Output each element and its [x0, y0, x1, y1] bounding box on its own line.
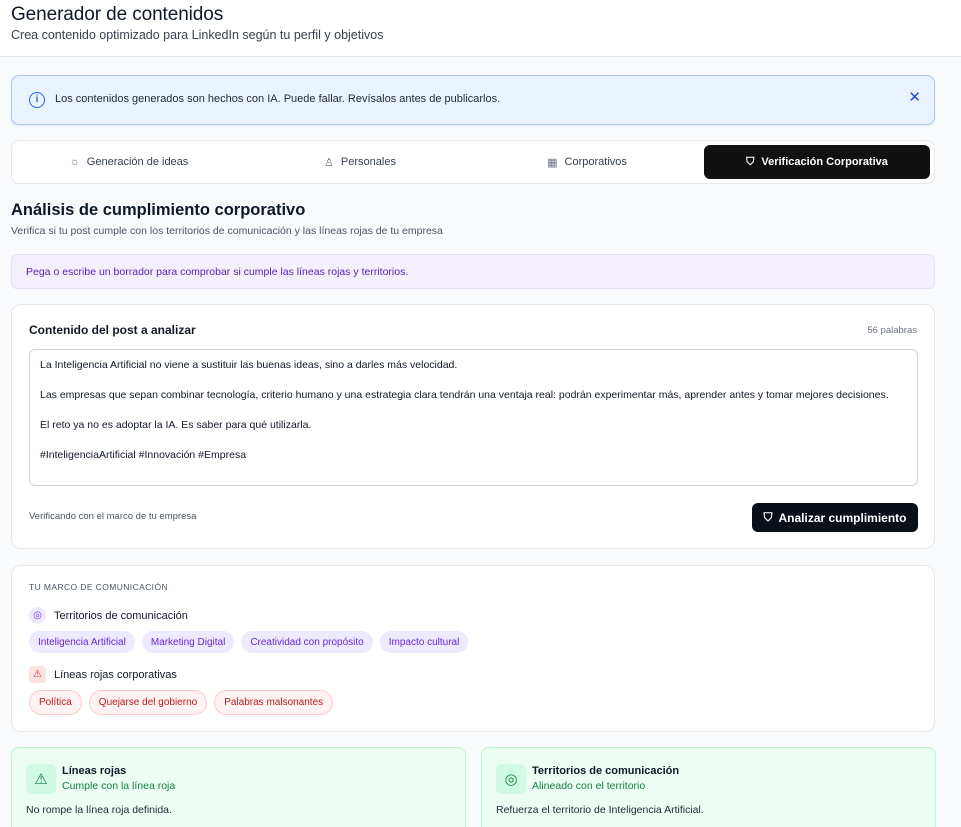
tab-generacion-ideas[interactable]: ☼ Generación de ideas [16, 145, 242, 179]
communication-framework-card: TU MARCO DE COMUNICACIÓN ◎ Territorios d… [11, 565, 935, 732]
hint-banner: Pega o escribe un borrador para comproba… [11, 254, 935, 289]
target-icon: ◎ [29, 607, 46, 624]
section-subtitle: Verifica si tu post cumple con los terri… [11, 225, 443, 237]
target-icon: ◎ [496, 764, 526, 794]
territories-chips: Inteligencia Artificial Marketing Digita… [29, 631, 469, 653]
post-line: El reto ya no es adoptar la IA. Es saber… [40, 419, 312, 431]
alert-text: Los contenidos generados son hechos con … [55, 93, 501, 105]
redlines-label: Líneas rojas corporativas [54, 668, 177, 681]
territory-chip: Inteligencia Artificial [29, 631, 135, 653]
tab-label: Corporativos [564, 156, 627, 168]
tab-personales[interactable]: ♙ Personales [247, 145, 473, 179]
analyze-button-label: Analizar cumplimiento [778, 510, 907, 525]
ai-warning-alert: i Los contenidos generados son hechos co… [11, 75, 935, 125]
post-line: #InteligenciaArtificial #Innovación #Emp… [40, 449, 247, 461]
warning-triangle-icon: ⚠ [29, 666, 46, 683]
redline-chip: Palabras malsonantes [214, 690, 334, 715]
redlines-chips: Política Quejarse del gobierno Palabras … [29, 690, 334, 715]
result-title: Territorios de comunicación [532, 765, 680, 777]
redlines-heading: ⚠ Líneas rojas corporativas [29, 666, 177, 683]
territory-chip: Impacto cultural [379, 631, 469, 653]
editor-label: Contenido del post a analizar [29, 323, 196, 337]
shield-check-icon: ⛉ [763, 510, 773, 524]
tab-corporativos[interactable]: ▦ Corporativos [474, 145, 700, 179]
tab-verificacion-corporativa[interactable]: ⛉ Verificación Corporativa [704, 145, 930, 179]
tab-label: Personales [340, 156, 396, 168]
editor-footnote: Verificando con el marco de tu empresa [29, 511, 197, 522]
post-editor-card: Contenido del post a analizar 56 palabra… [11, 304, 935, 549]
content-tabs: ☼ Generación de ideas ♙ Personales ▦ Cor… [11, 140, 935, 184]
redline-chip: Quejarse del gobierno [88, 690, 208, 715]
tab-label: Verificación Corporativa [761, 156, 888, 168]
result-status: Cumple con la línea roja [62, 780, 176, 792]
territories-result-card: ◎ Territorios de comunicación Alineado c… [481, 747, 936, 827]
analyze-button[interactable]: ⛉ Analizar cumplimiento [752, 503, 918, 532]
user-icon: ♙ [324, 156, 334, 169]
result-description: No rompe la línea roja definida. [26, 804, 172, 816]
post-line: Las empresas que sepan combinar tecnolog… [40, 389, 889, 401]
territory-chip: Creatividad con propósito [241, 631, 373, 653]
warning-triangle-icon: ⚠ [26, 764, 56, 794]
page-header: Generador de contenidos Crea contenido o… [0, 0, 961, 57]
redlines-result-card: ⚠ Líneas rojas Cumple con la línea roja … [11, 747, 466, 827]
page-title: Generador de contenidos [11, 4, 224, 25]
post-line: La Inteligencia Artificial no viene a su… [40, 359, 458, 371]
building-icon: ▦ [547, 156, 558, 169]
post-content-textarea[interactable]: La Inteligencia Artificial no viene a su… [29, 349, 918, 486]
page-subtitle: Crea contenido optimizado para LinkedIn … [11, 28, 384, 42]
hint-text: Pega o escribe un borrador para comproba… [26, 266, 409, 278]
result-status: Alineado con el territorio [532, 780, 646, 792]
territories-heading: ◎ Territorios de comunicación [29, 607, 188, 624]
territory-chip: Marketing Digital [141, 631, 235, 653]
shield-check-icon: ⛉ [746, 155, 755, 168]
section-title: Análisis de cumplimiento corporativo [11, 201, 306, 219]
close-icon[interactable]: ✕ [908, 88, 921, 106]
main-content: i Los contenidos generados son hechos co… [0, 57, 961, 827]
territories-label: Territorios de comunicación [54, 609, 188, 622]
result-description: Refuerza el territorio de Inteligencia A… [496, 804, 704, 816]
result-title: Líneas rojas [62, 765, 127, 777]
word-count: 56 palabras [867, 325, 917, 336]
redline-chip: Política [29, 690, 82, 715]
tab-label: Generación de ideas [86, 156, 189, 168]
lightbulb-icon: ☼ [69, 156, 80, 168]
info-icon: i [29, 92, 45, 108]
framework-kicker: TU MARCO DE COMUNICACIÓN [29, 582, 168, 592]
